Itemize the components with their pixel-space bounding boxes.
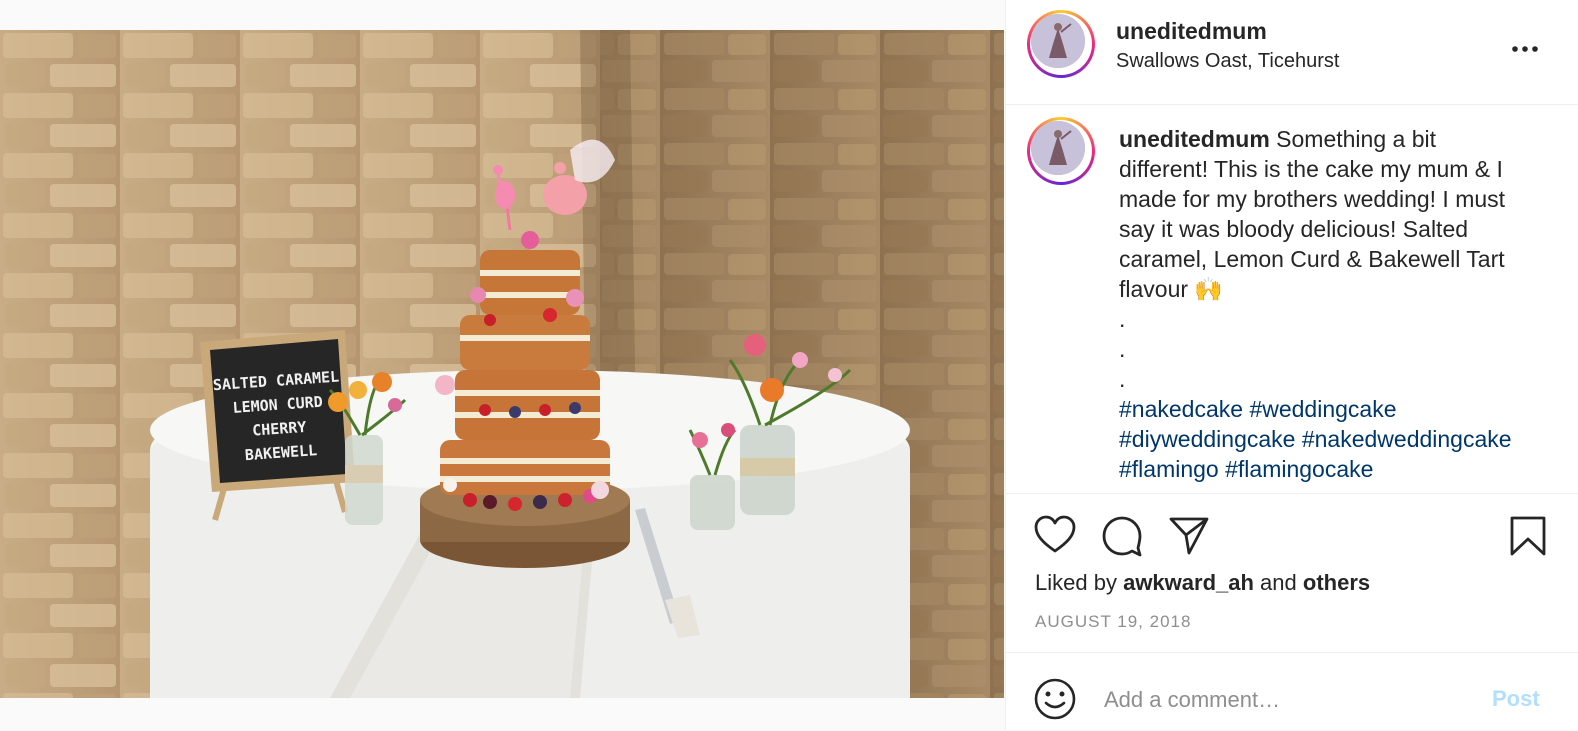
caption-avatar-photo — [1031, 121, 1085, 175]
caption-line-1: uneditedmum Something a bit — [1119, 124, 1564, 154]
emoji-icon[interactable] — [1033, 677, 1077, 726]
likes-summary: Liked by awkward_ah and others — [1035, 570, 1370, 596]
hashtag-line-2: #diyweddingcake #nakedweddingcake — [1119, 424, 1564, 454]
caption-line-4: say it was bloody delicious! Salted — [1119, 216, 1469, 242]
caption-dot-2: . — [1119, 336, 1126, 362]
liked-by-others-link[interactable]: others — [1303, 570, 1370, 595]
sign-line-3: CHERRY — [252, 418, 307, 440]
caption-text-1: Something a bit — [1276, 126, 1436, 152]
comment-input[interactable] — [1102, 683, 1466, 717]
post-details-panel: uneditedmum Swallows Oast, Ticehurst une… — [1005, 0, 1578, 730]
avatar-photo — [1031, 14, 1085, 68]
caption-line-6: flavour 🙌 — [1119, 276, 1224, 302]
caption-dot-1: . — [1119, 306, 1126, 332]
post-location[interactable]: Swallows Oast, Ticehurst — [1116, 50, 1339, 73]
post-date[interactable]: AUGUST 19, 2018 — [1035, 612, 1191, 632]
hashtag-link[interactable]: #nakedcake — [1119, 396, 1243, 422]
post-photo-illustration: SALTED CARAMEL LEMON CURD CHERRY BAKEWEL… — [0, 30, 1004, 698]
hashtag-link[interactable]: #flamingo — [1119, 456, 1219, 482]
share-icon[interactable] — [1168, 515, 1210, 560]
hashtag-line-1: #nakedcake #weddingcake — [1119, 394, 1564, 424]
action-bar — [1006, 510, 1578, 560]
likes-and: and — [1260, 570, 1297, 595]
more-options-icon[interactable] — [1512, 28, 1538, 60]
hashtag-link[interactable]: #weddingcake — [1249, 396, 1396, 422]
actions-divider — [1006, 493, 1578, 494]
liked-by-user-link[interactable]: awkward_ah — [1123, 570, 1254, 595]
post-header: uneditedmum Swallows Oast, Ticehurst — [1006, 0, 1578, 105]
hashtag-link[interactable]: #flamingocake — [1225, 456, 1373, 482]
hashtag-link[interactable]: #nakedweddingcake — [1302, 426, 1512, 452]
caption-line-5: caramel, Lemon Curd & Bakewell Tart — [1119, 246, 1505, 272]
hashtag-line-3: #flamingo #flamingocake — [1119, 454, 1564, 484]
likes-prefix: Liked by — [1035, 570, 1117, 595]
bookmark-icon[interactable] — [1509, 515, 1547, 562]
caption-line-2: different! This is the cake my mum & I — [1119, 156, 1503, 182]
caption-username[interactable]: uneditedmum — [1119, 126, 1270, 152]
caption-line-3: made for my brothers wedding! I must — [1119, 186, 1506, 212]
heart-icon[interactable] — [1034, 515, 1076, 560]
post-comment-button[interactable]: Post — [1492, 686, 1540, 712]
caption-avatar[interactable] — [1027, 117, 1095, 185]
post-caption: uneditedmum Something a bit different! T… — [1119, 124, 1564, 484]
caption-dot-3: . — [1119, 366, 1126, 392]
avatar[interactable] — [1027, 10, 1095, 78]
comment-icon[interactable] — [1101, 515, 1143, 562]
hashtag-link[interactable]: #diyweddingcake — [1119, 426, 1295, 452]
comment-bar: Post — [1006, 652, 1578, 731]
post-photo[interactable]: SALTED CARAMEL LEMON CURD CHERRY BAKEWEL… — [0, 30, 1004, 698]
header-username[interactable]: uneditedmum — [1116, 18, 1267, 45]
